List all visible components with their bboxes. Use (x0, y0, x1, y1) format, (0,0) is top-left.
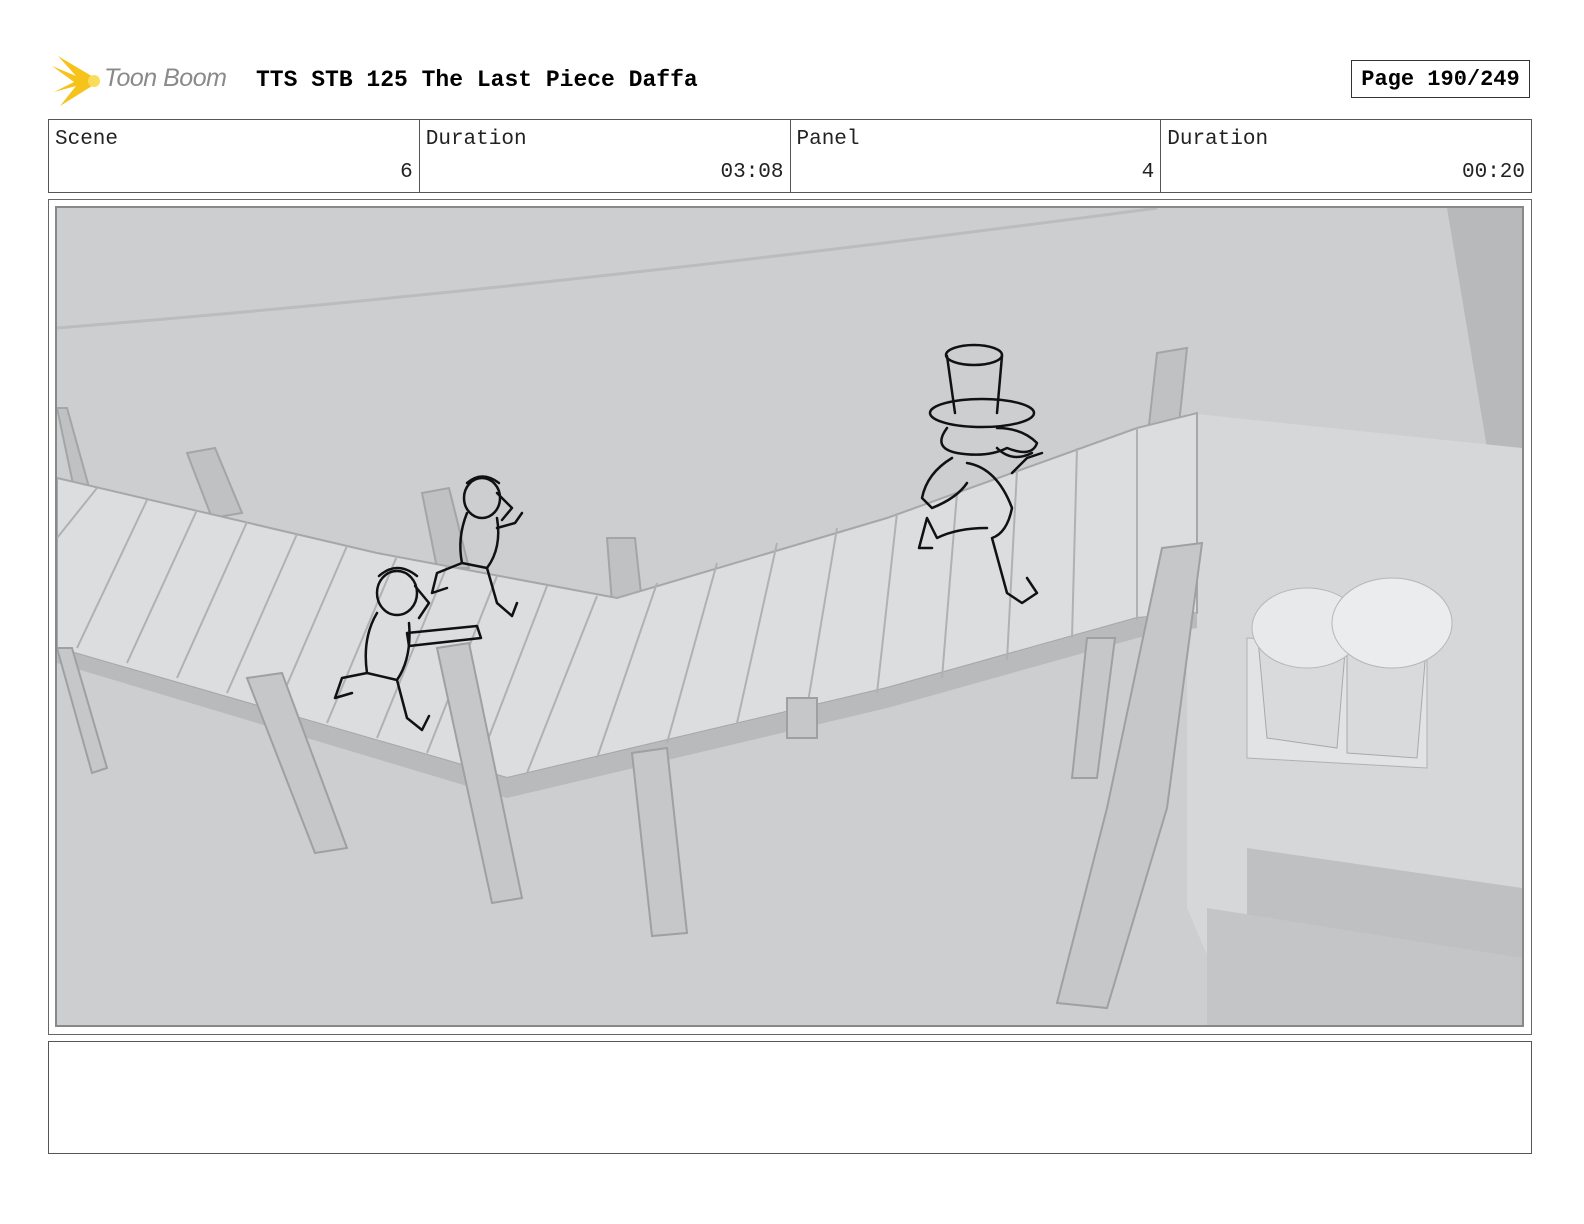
logo-text: Toon Boom (104, 64, 227, 92)
starburst-icon (52, 56, 100, 106)
boardwalk-scene-illustration (57, 208, 1522, 1025)
page-indicator: Page 190/249 (1351, 60, 1530, 98)
panel-drawing (55, 206, 1524, 1027)
panel-cell: Panel 4 (791, 120, 1162, 192)
scene-cell: Scene 6 (49, 120, 420, 192)
panel-info-table: Scene 6 Duration 03:08 Panel 4 Duration … (48, 119, 1532, 193)
panel-duration-cell: Duration 00:20 (1161, 120, 1531, 192)
scene-value: 6 (400, 161, 413, 184)
panel-duration-value: 00:20 (1461, 161, 1525, 184)
storyboard-panel (48, 199, 1532, 1035)
scene-duration-cell: Duration 03:08 (420, 120, 791, 192)
panel-value: 4 (1141, 161, 1155, 184)
panel-label: Panel (796, 128, 860, 151)
scene-duration-value: 03:08 (720, 161, 784, 184)
panel-duration-label: Duration (1167, 128, 1269, 151)
planter-boxes (1246, 577, 1453, 769)
scene-duration-label: Duration (425, 128, 527, 151)
scene-label: Scene (55, 128, 119, 151)
document-title: TTS STB 125 The Last Piece Daffa (256, 67, 698, 93)
panel-notes-box (48, 1041, 1532, 1154)
